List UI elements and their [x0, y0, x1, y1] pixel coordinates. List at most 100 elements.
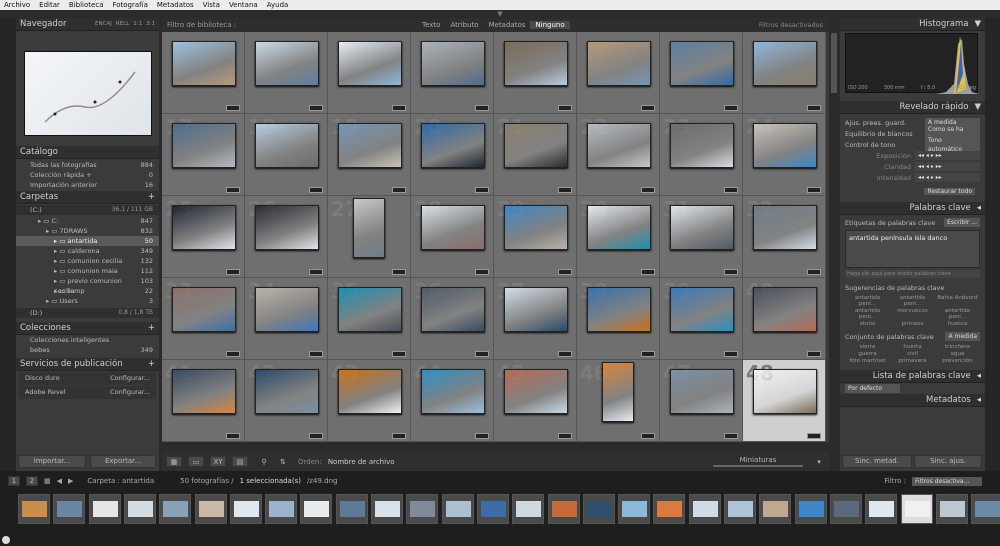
photo-thumbnail[interactable]	[670, 287, 734, 332]
filter-tab-3[interactable]: Ninguno	[530, 21, 570, 29]
filmstrip-thumbnail[interactable]	[618, 494, 651, 524]
edit-badge-icon[interactable]	[807, 433, 821, 439]
photo-thumbnail[interactable]	[753, 287, 817, 332]
photo-thumbnail[interactable]	[255, 41, 319, 86]
photo-thumbnail[interactable]	[421, 369, 485, 414]
photo-thumbnail[interactable]	[602, 362, 634, 422]
folder-item[interactable]: ▸ ▭ calderona 349	[16, 246, 159, 256]
grid-cell[interactable]: 44	[411, 360, 494, 442]
filmstrip-thumbnail[interactable]	[53, 494, 86, 524]
sort-value[interactable]: Nombre de archivo	[328, 458, 395, 466]
edit-badge-icon[interactable]	[226, 351, 240, 357]
photo-thumbnail[interactable]	[587, 287, 651, 332]
keyword-add-hint[interactable]: Haga clic aquí para añadir palabras clav…	[845, 270, 980, 278]
menu-4[interactable]: Metadatos	[157, 0, 194, 10]
photo-thumbnail[interactable]	[255, 123, 319, 168]
edit-badge-icon[interactable]	[641, 269, 655, 275]
grid-cell[interactable]: 23	[660, 114, 743, 196]
nav-mode-2[interactable]: 1:1	[133, 21, 142, 27]
keyword-set-item[interactable]: trinchera	[936, 344, 979, 350]
edit-badge-icon[interactable]	[226, 105, 240, 111]
nav-mode-1[interactable]: RELL	[116, 21, 129, 27]
photo-thumbnail[interactable]	[338, 123, 402, 168]
suggested-keyword[interactable]: mervuecos	[891, 308, 934, 320]
filmstrip-thumbnail[interactable]	[935, 494, 968, 524]
edit-badge-icon[interactable]	[309, 269, 323, 275]
keyword-list-collapse-icon[interactable]: ◂	[977, 371, 981, 381]
photo-thumbnail[interactable]	[338, 287, 402, 332]
grid-cell[interactable]	[411, 32, 494, 114]
filmstrip-thumbnail[interactable]	[300, 494, 333, 524]
edit-badge-icon[interactable]	[309, 105, 323, 111]
grid-cell[interactable]	[660, 32, 743, 114]
grid-cell[interactable]: 19	[328, 114, 411, 196]
edit-badge-icon[interactable]	[475, 269, 489, 275]
photo-thumbnail[interactable]	[670, 123, 734, 168]
grid-cell[interactable]: 34	[245, 278, 328, 360]
filmstrip-path[interactable]: Carpeta : antartida	[87, 477, 154, 485]
photo-thumbnail[interactable]	[753, 369, 817, 414]
edit-badge-icon[interactable]	[558, 433, 572, 439]
filmstrip-thumbnail[interactable]	[829, 494, 862, 524]
filmstrip-thumbnail[interactable]	[88, 494, 121, 524]
menu-5[interactable]: Vista	[203, 0, 220, 10]
collapse-icon[interactable]: ▼	[974, 19, 981, 29]
forward-arrow-icon[interactable]: ▶	[68, 477, 73, 485]
edit-badge-icon[interactable]	[475, 351, 489, 357]
grid-cell[interactable]: 17	[162, 114, 245, 196]
monitor-1-button[interactable]: 1	[8, 476, 20, 486]
menu-7[interactable]: Ayuda	[267, 0, 289, 10]
drive-d[interactable]: (D:) 0,8 / 1,8 TB	[16, 308, 159, 318]
navigator-preview[interactable]	[16, 31, 159, 146]
grid-cell[interactable]: 48	[743, 360, 826, 442]
add-publish-icon[interactable]: +	[148, 359, 155, 369]
filter-tab-1[interactable]: Atributo	[445, 21, 483, 29]
edit-badge-icon[interactable]	[641, 433, 655, 439]
photo-thumbnail[interactable]	[753, 205, 817, 250]
filmstrip-thumbnail[interactable]	[441, 494, 474, 524]
sync-metadata-button[interactable]: Sinc. metad.	[842, 455, 912, 468]
edit-badge-icon[interactable]	[475, 433, 489, 439]
grid-cell[interactable]: 33	[162, 278, 245, 360]
grid-cell[interactable]: 18	[245, 114, 328, 196]
grid-cell[interactable]: 25	[162, 196, 245, 278]
menu-2[interactable]: Biblioteca	[69, 0, 104, 10]
add-collection-icon[interactable]: +	[148, 323, 155, 333]
filmstrip-filter-dropdown[interactable]: Filtros desactiva...	[912, 476, 982, 486]
grid-cell[interactable]	[743, 32, 826, 114]
loupe-view-icon[interactable]: ▭	[188, 456, 204, 467]
catalog-item[interactable]: Todas las fotografías 884	[16, 160, 159, 170]
edit-badge-icon[interactable]	[558, 187, 572, 193]
compare-view-icon[interactable]: XY	[210, 456, 226, 467]
navigator-header[interactable]: Navegador ENCAJ RELL 1:1 3:1	[16, 18, 159, 31]
photo-thumbnail[interactable]	[504, 369, 568, 414]
grid-scroll-thumb[interactable]	[831, 33, 837, 93]
filter-tab-2[interactable]: Metadatos	[484, 21, 531, 29]
exposure-buttons[interactable]: ◂◂ ◂ ▸ ▸▸	[915, 151, 980, 160]
edit-badge-icon[interactable]	[392, 269, 406, 275]
metadata-preset-dropdown[interactable]: Por defecto	[845, 384, 900, 393]
catalog-item[interactable]: Colección rápida + 0	[16, 170, 159, 180]
monitor-2-button[interactable]: 2	[26, 476, 38, 486]
grid-cell[interactable]: 29	[494, 196, 577, 278]
filmstrip-thumbnail[interactable]	[794, 494, 827, 524]
filmstrip-thumbnail[interactable]	[229, 494, 262, 524]
photo-thumbnail[interactable]	[504, 205, 568, 250]
filter-tab-0[interactable]: Texto	[417, 21, 445, 29]
keyword-set-item[interactable]: prevención	[936, 358, 979, 364]
edit-badge-icon[interactable]	[724, 351, 738, 357]
photo-thumbnail[interactable]	[338, 369, 402, 414]
edit-badge-icon[interactable]	[724, 187, 738, 193]
photo-thumbnail[interactable]	[172, 41, 236, 86]
menu-3[interactable]: Fotografía	[112, 0, 147, 10]
suggested-keyword[interactable]: Bahia Andvord	[936, 295, 979, 307]
nav-mode-0[interactable]: ENCAJ	[95, 21, 112, 27]
collection-item[interactable]: Colecciones inteligentes	[16, 335, 159, 345]
top-panel-arrow-icon[interactable]: ▼	[494, 10, 506, 18]
folder-item[interactable]: ▸ ▭ antartida 50	[16, 236, 159, 246]
filmstrip-thumbnail[interactable]	[194, 494, 227, 524]
grid-cell[interactable]: 20	[411, 114, 494, 196]
grid-cell[interactable]	[494, 32, 577, 114]
nav-mode-3[interactable]: 3:1	[146, 21, 155, 27]
import-button[interactable]: Importar...	[18, 455, 86, 468]
